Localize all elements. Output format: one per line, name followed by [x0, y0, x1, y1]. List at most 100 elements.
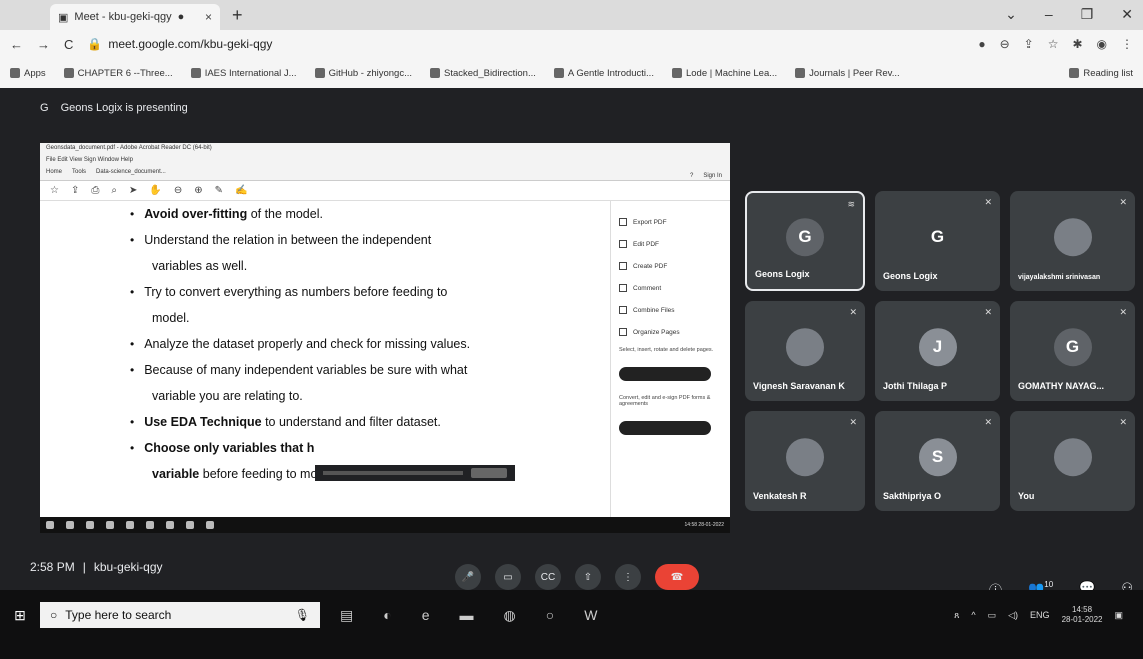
windows-taskbar: ⊞ ○ Type here to search 🎙 ▤ ◐ e ▬ ◍ ○ W … [0, 590, 1143, 659]
chrome-icon[interactable]: ◍ [504, 607, 516, 624]
participant-tile[interactable]: ✕ vijayalakshmi srinivasan [1010, 191, 1135, 291]
more-options-button[interactable]: ⋮ [615, 564, 641, 590]
mic-off-icon: ✕ [849, 307, 857, 317]
acrobat-tools-pane: Export PDF Edit PDF Create PDF Comment C… [610, 201, 730, 521]
help-icon: ? [689, 173, 694, 179]
bookmark-item[interactable]: Journals | Peer Rev... [795, 68, 900, 79]
clock[interactable]: 14:58 28-01-2022 [1062, 605, 1103, 625]
presenting-banner: G Geons Logix is presenting [40, 102, 188, 114]
address-bar[interactable]: 🔒 meet.google.com/kbu-geki-qgy [87, 37, 964, 51]
avatar: G [1053, 328, 1092, 367]
mic-off-icon: ✕ [1119, 197, 1127, 207]
mic-off-icon: ✕ [849, 417, 857, 427]
present-button[interactable]: ⇧ [575, 564, 601, 590]
acrobat-right-controls: ? Sign In [690, 173, 722, 179]
apps-grid-icon [10, 68, 20, 78]
camera-toggle-button[interactable]: ▭ [495, 564, 521, 590]
bullet-continuation: variable you are relating to. [152, 389, 303, 403]
app-icon [206, 521, 214, 529]
maximize-button[interactable]: ❐ [1081, 6, 1094, 23]
captions-button[interactable]: CC [535, 564, 561, 590]
tab-strip: ▣ Meet - kbu-geki-qgy ● × + ⌄ – ❐ ✕ [0, 0, 1143, 30]
app-icon [186, 521, 194, 529]
participant-tile[interactable]: ✕ Venkatesh R [745, 411, 865, 511]
acrobat-menu: File Edit View Sign Window Help [40, 157, 730, 167]
participant-name: You [1018, 491, 1035, 501]
share-icon[interactable]: ⇪ [1024, 37, 1034, 51]
tab-meet[interactable]: ▣ Meet - kbu-geki-qgy ● × [50, 4, 220, 30]
participant-tile[interactable]: ✕ G GOMATHY NAYAG... [1010, 301, 1135, 401]
profile-avatar[interactable]: ◉ [1097, 37, 1107, 51]
close-window-button[interactable]: ✕ [1121, 6, 1133, 23]
tab-close-icon[interactable]: × [205, 10, 212, 24]
edit-pdf-icon [619, 240, 627, 248]
star-icon[interactable]: ☆ [1048, 37, 1059, 51]
bookmark-item[interactable]: IAES International J... [190, 68, 297, 79]
mic-toggle-button[interactable]: 🎤 [455, 564, 481, 590]
app-icon[interactable]: ○ [546, 607, 554, 624]
acrobat-toolbar: ☆ ⇪ ⎙ ⌕ ➤ ✋ ⊖ ⊕ ✎ ✍ [40, 181, 730, 201]
tool-export-pdf: Export PDF [619, 211, 722, 233]
bookmark-item[interactable]: Stacked_Bidirection... [430, 68, 536, 79]
chevron-up-icon[interactable]: ^ [971, 610, 975, 620]
app-icon [66, 521, 74, 529]
app-icon [166, 521, 174, 529]
forward-button[interactable]: → [37, 37, 50, 52]
cursor-icon: ➤ [128, 185, 138, 196]
meeting-time: 2:58 PM [30, 560, 75, 574]
speaking-icon: ≋ [847, 199, 855, 209]
participant-tile[interactable]: ✕ You [1010, 411, 1135, 511]
participant-tile[interactable]: ✕ J Jothi Thilaga P [875, 301, 1000, 401]
acrobat-tabs: Home Tools Data-science_document... [40, 167, 730, 181]
tool-comment: Comment [619, 277, 722, 299]
meeting-info: 2:58 PM | kbu-geki-qgy [30, 560, 163, 574]
tool-combine-files: Combine Files [619, 299, 722, 321]
combine-files-icon [619, 306, 627, 314]
bullet-continuation: model. [152, 311, 190, 325]
task-view-icon[interactable]: ▤ [340, 607, 353, 624]
network-icon[interactable]: ▭ [988, 610, 997, 621]
minimize-button[interactable]: – [1045, 6, 1053, 23]
taskbar-search[interactable]: ○ Type here to search 🎙 [40, 602, 320, 628]
tab-search-button[interactable]: ⌄ [1005, 6, 1017, 23]
avatar: G [930, 227, 945, 247]
person-icon[interactable]: ጸ [954, 610, 959, 621]
audio-indicator-icon: ● [177, 11, 185, 23]
participant-tile[interactable]: ✕ G Geons Logix [875, 191, 1000, 291]
new-tab-button[interactable]: + [232, 5, 243, 30]
start-button[interactable]: ⊞ [0, 607, 40, 624]
back-button[interactable]: ← [10, 37, 23, 52]
bookmark-item[interactable]: A Gentle Introducti... [553, 68, 654, 79]
language-indicator[interactable]: ENG [1030, 610, 1050, 620]
participant-tile[interactable]: ✕ Vignesh Saravanan K [745, 301, 865, 401]
menu-icon[interactable]: ⋮ [1121, 37, 1133, 51]
notifications-icon[interactable]: ▣ [1114, 610, 1123, 621]
app-icon [146, 521, 154, 529]
bookmark-item[interactable]: Lode | Machine Lea... [671, 68, 777, 79]
participant-tile[interactable]: ≋ G Geons Logix [745, 191, 865, 291]
tool-create-pdf: Create PDF [619, 255, 722, 277]
shared-screen: Geonsdata_document.pdf - Adobe Acrobat R… [40, 143, 730, 533]
hand-icon: ✋ [149, 185, 162, 196]
bookmark-item[interactable]: GitHub - zhiyongc... [314, 68, 412, 79]
participant-tile[interactable]: ✕ S Sakthipriya O [875, 411, 1000, 511]
bullet-item: • Try to convert everything as numbers be… [130, 285, 448, 299]
extensions-icon[interactable]: ✱ [1072, 37, 1082, 51]
avatar: J [918, 328, 957, 367]
recording-icon[interactable]: ● [978, 37, 985, 51]
bookmark-apps[interactable]: Apps [10, 68, 46, 79]
bookmark-item[interactable]: CHAPTER 6 --Three... [63, 68, 173, 79]
file-explorer-icon[interactable]: ▬ [460, 607, 474, 624]
mic-icon[interactable]: 🎙 [295, 608, 310, 622]
firefox-icon[interactable]: ◐ [383, 607, 391, 624]
github-icon [314, 68, 325, 78]
edge-icon[interactable]: e [422, 607, 430, 624]
word-icon[interactable]: W [584, 607, 597, 624]
end-call-button[interactable]: ☎ [655, 564, 699, 590]
volume-icon[interactable]: ◁) [1008, 610, 1018, 621]
presenter-initial: G [40, 102, 49, 114]
participant-count: 10 [1044, 580, 1054, 589]
reload-button[interactable]: C [64, 37, 73, 52]
reading-list-button[interactable]: Reading list [1069, 68, 1133, 79]
zoom-icon[interactable]: ⊖ [1000, 37, 1010, 51]
